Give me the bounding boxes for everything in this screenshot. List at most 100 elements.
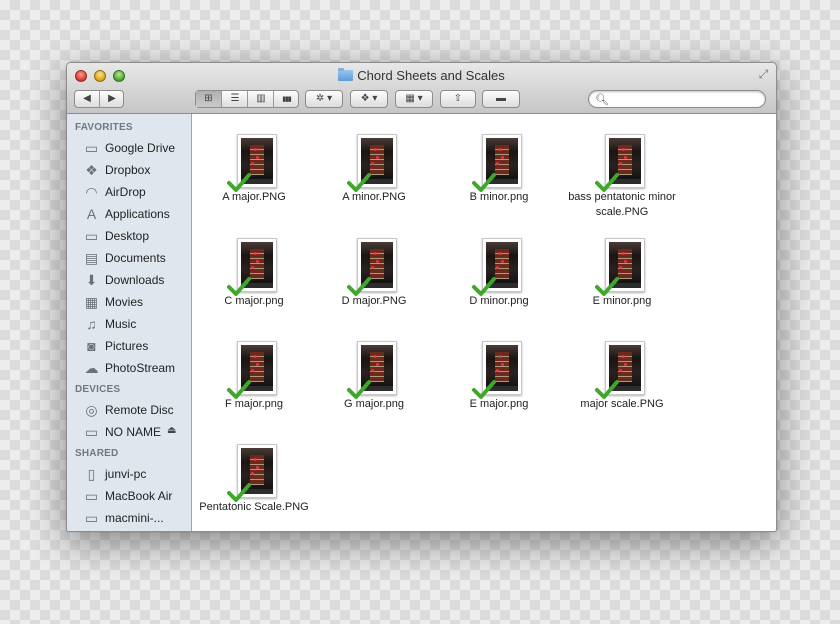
file-item[interactable]: G major.png xyxy=(319,331,429,431)
sidebar-item-label: NO NAME xyxy=(105,425,162,439)
sidebar-item-label: junvi-pc xyxy=(105,467,147,481)
file-item[interactable]: C major.png xyxy=(199,228,309,328)
file-item[interactable]: D minor.png xyxy=(444,228,554,328)
share-button[interactable]: ⇧ xyxy=(440,90,476,108)
back-arrow-icon: ◀ xyxy=(83,93,91,104)
file-item[interactable]: E major.png xyxy=(444,331,554,431)
file-item[interactable]: B minor.png xyxy=(444,124,554,224)
sidebar-item-junvi-pc[interactable]: ▯ junvi-pc xyxy=(67,463,191,485)
search-input[interactable] xyxy=(609,92,759,106)
file-item[interactable]: major scale.PNG xyxy=(567,331,677,431)
window-title: Chord Sheets and Scales xyxy=(67,68,776,84)
file-item[interactable]: Pentatonic Scale.PNG xyxy=(199,434,309,531)
fretboard-graphic xyxy=(250,145,264,175)
file-name: Pentatonic Scale.PNG xyxy=(199,501,309,513)
fretboard-graphic xyxy=(495,352,509,382)
sidebar: FAVORITES ▭ Google Drive ❖ Dropbox ◠ AirDrop A A… xyxy=(67,114,192,531)
list-view-button[interactable]: ☰ xyxy=(221,91,248,107)
sidebar-item-label: MacBook Air xyxy=(105,489,173,503)
back-forward-control: ◀ ▶ xyxy=(74,90,124,108)
dropbox-icon: ❖ xyxy=(85,162,98,178)
arrange-icon: ▦ ▾ xyxy=(405,93,423,104)
movies-icon: ▦ xyxy=(84,294,99,310)
sidebar-item-macbook-air[interactable]: ▭ MacBook Air xyxy=(67,485,191,507)
fretboard-graphic xyxy=(495,145,509,175)
sidebar-item-no-name[interactable]: ▭ NO NAME ⏏ xyxy=(67,421,191,443)
search-field: 🔍︎ xyxy=(588,90,766,108)
sidebar-item-pictures[interactable]: ◙ Pictures xyxy=(67,335,191,357)
file-item[interactable]: A minor.PNG xyxy=(319,124,429,224)
action-menu-button[interactable]: ✲ ▾ xyxy=(305,90,343,108)
column-view-button[interactable]: ▥ xyxy=(247,91,274,107)
music-icon: ♫ xyxy=(86,316,97,332)
sidebar-item-label: Google Drive xyxy=(105,141,176,155)
photostream-icon: ☁ xyxy=(84,360,99,376)
column-view-icon: ▥ xyxy=(256,93,266,104)
desktop-icon: ▭ xyxy=(84,228,99,244)
search-icon: 🔍︎ xyxy=(595,94,609,106)
sidebar-item-label: Documents xyxy=(105,251,166,265)
sidebar-item-downloads[interactable]: ⬇ Downloads xyxy=(67,269,191,291)
sidebar-item-music[interactable]: ♫ Music xyxy=(67,313,191,335)
arrange-menu-button[interactable]: ▦ ▾ xyxy=(395,90,433,108)
sidebar-item-label: Applications xyxy=(105,207,170,221)
coverflow-view-button[interactable]: ▮▮▮ xyxy=(273,91,299,107)
folder-icon: ▭ xyxy=(84,140,99,156)
note-dots xyxy=(499,148,502,151)
coverflow-view-icon: ▮▮▮ xyxy=(282,96,292,103)
file-name: E major.png xyxy=(469,398,529,410)
file-item[interactable]: E minor.png xyxy=(567,228,677,328)
icon-view-button[interactable]: ⊞ xyxy=(196,91,221,107)
forward-arrow-icon: ▶ xyxy=(108,93,116,104)
fretboard-graphic xyxy=(495,249,509,279)
fretboard-graphic xyxy=(250,249,264,279)
note-dots xyxy=(622,252,625,255)
note-dots xyxy=(374,252,377,255)
tags-button[interactable]: ▬ xyxy=(482,90,520,108)
view-mode-control: ⊞ ☰ ▥ ▮▮▮ xyxy=(195,90,299,108)
note-dots xyxy=(622,355,625,358)
sidebar-item-desktop[interactable]: ▭ Desktop xyxy=(67,225,191,247)
dropbox-menu-button[interactable]: ❖ ▾ xyxy=(350,90,388,108)
sidebar-item-documents[interactable]: ▤ Documents xyxy=(67,247,191,269)
fretboard-graphic xyxy=(618,249,632,279)
file-item[interactable]: F major.png xyxy=(199,331,309,431)
back-button[interactable]: ◀ xyxy=(75,91,99,107)
sidebar-item-label: Music xyxy=(105,317,137,331)
file-name: G major.png xyxy=(344,398,404,410)
sidebar-item-google-drive[interactable]: ▭ Google Drive xyxy=(67,137,191,159)
sidebar-item-airdrop[interactable]: ◠ AirDrop xyxy=(67,181,191,203)
downloads-icon: ⬇ xyxy=(85,272,98,288)
applications-icon: A xyxy=(86,206,97,222)
forward-button[interactable]: ▶ xyxy=(99,91,124,107)
gear-icon: ✲ ▾ xyxy=(315,93,333,104)
sidebar-item-movies[interactable]: ▦ Movies xyxy=(67,291,191,313)
file-name: F major.png xyxy=(224,398,284,410)
sidebar-item-label: Dropbox xyxy=(105,163,151,177)
file-name: E minor.png xyxy=(592,295,652,307)
airdrop-icon: ◠ xyxy=(85,184,98,200)
remote-disc-icon: ◎ xyxy=(85,402,98,418)
note-dots xyxy=(254,148,257,151)
file-item[interactable]: D major.PNG xyxy=(319,228,429,328)
file-name: major scale.PNG xyxy=(580,398,664,410)
sidebar-item-macmini[interactable]: ▭ macmini-... xyxy=(67,507,191,529)
drive-icon: ▭ xyxy=(84,424,99,440)
folder-icon xyxy=(338,68,354,81)
note-dots xyxy=(499,355,502,358)
file-item[interactable]: bass pentatonic minor scale.PNG xyxy=(567,124,677,224)
sidebar-item-remote-disc[interactable]: ◎ Remote Disc xyxy=(67,399,191,421)
note-dots xyxy=(254,458,257,461)
file-item[interactable]: A major.PNG xyxy=(199,124,309,224)
title-bar: Chord Sheets and Scales ⤢ ◀ ▶ ⊞ ☰ ▥ ▮▮▮ … xyxy=(67,63,776,114)
fretboard-graphic xyxy=(250,352,264,382)
sidebar-item-applications[interactable]: A Applications xyxy=(67,203,191,225)
sidebar-item-dropbox[interactable]: ❖ Dropbox xyxy=(67,159,191,181)
favorites-header: FAVORITES xyxy=(75,122,133,133)
fullscreen-icon[interactable]: ⤢ xyxy=(757,68,770,81)
note-dots xyxy=(254,252,257,255)
file-name: B minor.png xyxy=(469,191,529,203)
file-name: A major.PNG xyxy=(222,191,286,203)
sidebar-item-photostream[interactable]: ☁ PhotoStream xyxy=(67,357,191,379)
eject-icon[interactable]: ⏏ xyxy=(167,425,176,436)
